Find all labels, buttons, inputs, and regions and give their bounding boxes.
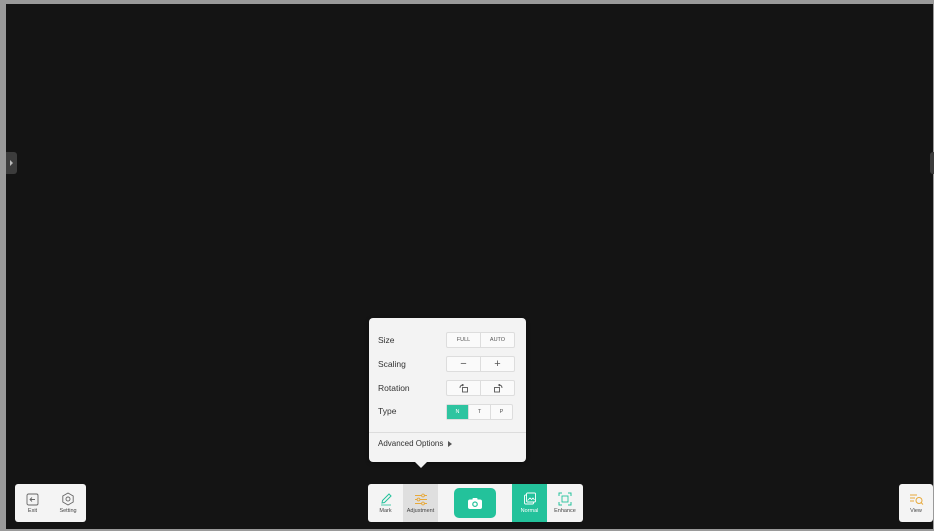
view-label: View xyxy=(910,507,922,514)
scaling-segment: − + xyxy=(446,356,515,372)
size-segment: FULL AUTO xyxy=(446,332,515,348)
rotation-row: Rotation xyxy=(378,380,515,396)
size-label: Size xyxy=(378,335,395,345)
scaling-label: Scaling xyxy=(378,359,406,369)
normal-mode-button[interactable]: Normal xyxy=(512,484,547,522)
adjustment-label: Adjustment xyxy=(406,507,435,514)
right-edge-handle[interactable] xyxy=(930,152,934,174)
exit-icon xyxy=(26,493,39,505)
advanced-options-label: Advanced Options xyxy=(378,439,444,448)
size-auto-button[interactable]: AUTO xyxy=(481,333,514,347)
right-toolbar: View xyxy=(899,484,933,522)
size-full-button[interactable]: FULL xyxy=(447,333,481,347)
rotate-left-button[interactable] xyxy=(447,381,481,395)
enhance-icon xyxy=(558,492,572,506)
main-toolbar: Mark Adjustment Normal Enhance xyxy=(368,484,583,522)
type-p-button[interactable]: P xyxy=(491,405,512,419)
pen-icon xyxy=(380,493,392,506)
type-t-button[interactable]: T xyxy=(469,405,491,419)
setting-button[interactable]: Setting xyxy=(50,484,86,522)
adjustment-button[interactable]: Adjustment xyxy=(403,484,438,522)
rotate-right-button[interactable] xyxy=(481,381,514,395)
view-list-search-icon xyxy=(909,494,923,505)
advanced-options-button[interactable]: Advanced Options xyxy=(378,439,453,448)
gear-icon xyxy=(62,492,74,506)
enhance-mode-button[interactable]: Enhance xyxy=(547,484,583,522)
left-toolbar: Exit Setting xyxy=(15,484,86,522)
adjustment-panel: Size FULL AUTO Scaling − + Rotation Type… xyxy=(369,318,526,468)
panel-divider xyxy=(369,432,526,433)
mark-button[interactable]: Mark xyxy=(368,484,403,522)
type-label: Type xyxy=(378,406,397,416)
scaling-row: Scaling − + xyxy=(378,356,515,372)
exit-button[interactable]: Exit xyxy=(15,484,50,522)
type-n-button[interactable]: N xyxy=(447,405,469,419)
image-icon xyxy=(523,492,536,505)
sliders-icon xyxy=(414,493,427,505)
capture-button[interactable] xyxy=(454,488,496,518)
enhance-label: Enhance xyxy=(554,508,576,514)
expand-right-icon xyxy=(10,160,13,166)
type-row: Type N T P xyxy=(378,403,513,420)
rotation-segment xyxy=(446,380,515,396)
rotation-label: Rotation xyxy=(378,383,410,393)
normal-label: Normal xyxy=(520,508,539,514)
zoom-in-button[interactable]: + xyxy=(481,357,514,371)
camera-icon xyxy=(468,497,482,509)
setting-label: Setting xyxy=(59,508,77,514)
exit-label: Exit xyxy=(27,507,38,514)
rotate-right-icon xyxy=(493,383,502,392)
type-segment: N T P xyxy=(446,404,513,420)
capture-button-wrap xyxy=(438,484,512,522)
rotate-left-icon xyxy=(459,383,468,392)
view-button[interactable]: View xyxy=(899,484,933,522)
size-row: Size FULL AUTO xyxy=(378,332,515,348)
left-edge-handle[interactable] xyxy=(6,152,17,174)
caret-right-icon xyxy=(448,440,453,447)
mark-label: Mark xyxy=(379,508,392,514)
zoom-out-button[interactable]: − xyxy=(447,357,481,371)
